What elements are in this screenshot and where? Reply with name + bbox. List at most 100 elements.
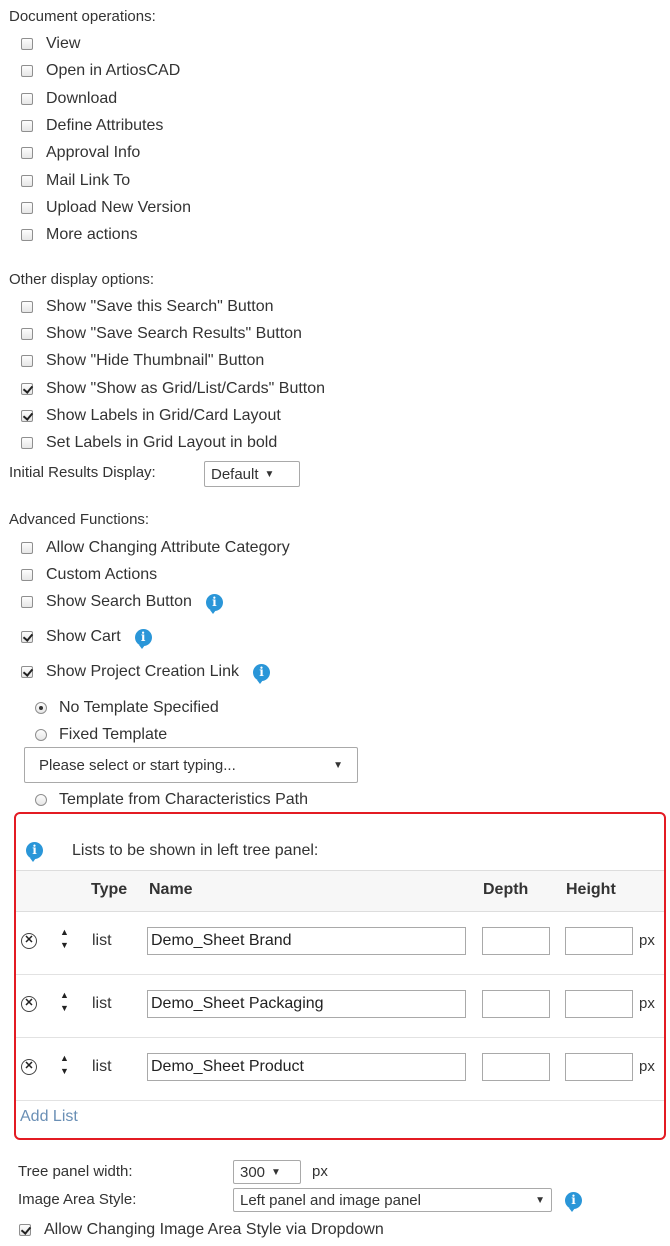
show-search-button-label: Show Search Button [46, 593, 192, 610]
remove-icon[interactable]: ✕ [21, 1059, 37, 1075]
set-labels-in-grid-layout-in-bold-label: Set Labels in Grid Layout in bold [46, 434, 278, 451]
height-input[interactable] [565, 1053, 633, 1081]
show-labels-in-grid-card-layout-checkbox[interactable] [21, 409, 33, 422]
arrow-down-icon[interactable]: ▼ [60, 1066, 69, 1076]
remove-icon[interactable]: ✕ [21, 933, 37, 949]
show-cart-checkbox-row[interactable]: Show Cart i [21, 626, 152, 649]
more-actions-checkbox-row[interactable]: More actions [21, 224, 138, 246]
allow-change-image-area-checkbox[interactable] [19, 1224, 31, 1236]
approval-info-checkbox-row[interactable]: Approval Info [21, 142, 140, 164]
info-icon[interactable]: i [205, 593, 223, 614]
no-template-specified-radio-row[interactable]: No Template Specified [35, 697, 219, 719]
view-checkbox[interactable] [21, 38, 33, 50]
show-save-this-search-button-checkbox-row[interactable]: Show "Save this Search" Button [21, 296, 273, 318]
depth-input[interactable] [482, 990, 550, 1018]
arrow-up-icon[interactable]: ▲ [60, 927, 69, 937]
initial-results-select[interactable]: Default ▼ [204, 461, 300, 487]
show-save-search-results-button-label: Show "Save Search Results" Button [46, 325, 302, 343]
define-attributes-checkbox-row[interactable]: Define Attributes [21, 115, 163, 137]
initial-results-value: Default [211, 465, 259, 483]
show-hide-thumbnail-button-checkbox-row[interactable]: Show "Hide Thumbnail" Button [21, 350, 264, 372]
mail-link-to-checkbox[interactable] [21, 174, 33, 187]
show-project-creation-link-checkbox-row[interactable]: Show Project Creation Link i [21, 661, 270, 684]
remove-icon[interactable]: ✕ [21, 996, 37, 1012]
info-icon[interactable]: i [252, 663, 270, 684]
define-attributes-label: Define Attributes [46, 116, 164, 134]
add-list-link[interactable]: Add List [20, 1108, 78, 1126]
custom-actions-checkbox[interactable] [21, 569, 33, 581]
show-search-button-checkbox-row[interactable]: Show Search Button i [21, 591, 223, 614]
custom-actions-checkbox-row[interactable]: Custom Actions [21, 564, 157, 586]
more-actions-checkbox[interactable] [21, 229, 33, 242]
arrow-up-icon[interactable]: ▲ [60, 1053, 69, 1063]
show-save-this-search-button-checkbox[interactable] [21, 301, 33, 313]
download-checkbox-row[interactable]: Download [21, 88, 117, 110]
reorder-handle[interactable]: ▲ ▼ [60, 1052, 69, 1078]
chevron-down-icon: ▼ [271, 1166, 281, 1178]
allow-changing-attribute-category-checkbox[interactable] [21, 542, 33, 554]
view-checkbox-row[interactable]: View [21, 33, 80, 55]
allow-change-image-area-label: Allow Changing Image Area Style via Drop… [44, 1221, 384, 1238]
col-type: Type [91, 881, 128, 898]
define-attributes-checkbox[interactable] [21, 119, 33, 132]
chevron-down-icon: ▼ [535, 1194, 545, 1206]
show-search-button-checkbox[interactable] [21, 596, 33, 608]
template-from-characteristics-path-radio-row[interactable]: Template from Characteristics Path [35, 789, 308, 811]
reorder-handle[interactable]: ▲ ▼ [60, 989, 69, 1015]
col-depth: Depth [483, 881, 529, 898]
show-show-as-grid-list-cards-button-checkbox[interactable] [21, 382, 33, 395]
show-save-search-results-button-checkbox[interactable] [21, 328, 33, 341]
upload-new-version-checkbox-row[interactable]: Upload New Version [21, 197, 191, 219]
upload-new-version-label: Upload New Version [46, 198, 191, 216]
template-select-placeholder: Please select or start typing... [39, 756, 236, 774]
template-from-characteristics-path-radio[interactable] [35, 794, 47, 806]
list-name-input[interactable] [147, 927, 466, 955]
show-project-creation-link-checkbox[interactable] [21, 666, 33, 678]
image-area-select[interactable]: Left panel and image panel ▼ [233, 1188, 552, 1212]
show-save-this-search-button-label: Show "Save this Search" Button [46, 298, 274, 315]
fixed-template-radio[interactable] [35, 729, 47, 741]
allow-changing-attribute-category-checkbox-row[interactable]: Allow Changing Attribute Category [21, 537, 290, 559]
set-labels-in-grid-layout-in-bold-checkbox[interactable] [21, 437, 33, 449]
info-icon[interactable]: i [26, 842, 43, 862]
list-name-input[interactable] [147, 990, 466, 1018]
show-labels-in-grid-card-layout-checkbox-row[interactable]: Show Labels in Grid/Card Layout [21, 405, 281, 427]
no-template-specified-radio[interactable] [35, 702, 47, 714]
initial-results-label: Initial Results Display: [9, 464, 156, 481]
col-name: Name [149, 881, 193, 898]
reorder-handle[interactable]: ▲ ▼ [60, 926, 69, 952]
advanced-title: Advanced Functions: [9, 511, 150, 528]
template-select[interactable]: Please select or start typing... ▼ [24, 747, 358, 783]
download-checkbox[interactable] [21, 92, 33, 105]
show-show-as-grid-list-cards-button-label: Show "Show as Grid/List/Cards" Button [46, 379, 326, 397]
depth-input[interactable] [482, 1053, 550, 1081]
height-unit: px [639, 1058, 655, 1075]
open-in-artioscad-checkbox-row[interactable]: Open in ArtiosCAD [21, 60, 180, 82]
depth-input[interactable] [482, 927, 550, 955]
show-show-as-grid-list-cards-button-checkbox-row[interactable]: Show "Show as Grid/List/Cards" Button [21, 378, 325, 400]
tree-width-select[interactable]: 300 ▼ [233, 1160, 301, 1184]
info-icon[interactable]: i [565, 1192, 582, 1212]
allow-change-image-area-checkbox-row[interactable]: Allow Changing Image Area Style via Drop… [19, 1219, 384, 1241]
mail-link-to-checkbox-row[interactable]: Mail Link To [21, 170, 130, 192]
set-labels-in-grid-layout-in-bold-checkbox-row[interactable]: Set Labels in Grid Layout in bold [21, 432, 277, 454]
row-type: list [92, 995, 112, 1012]
view-label: View [46, 35, 81, 52]
arrow-down-icon[interactable]: ▼ [60, 940, 69, 950]
fixed-template-radio-row[interactable]: Fixed Template [35, 724, 167, 746]
arrow-down-icon[interactable]: ▼ [60, 1003, 69, 1013]
show-save-search-results-button-checkbox-row[interactable]: Show "Save Search Results" Button [21, 323, 302, 345]
list-name-input[interactable] [147, 1053, 466, 1081]
more-actions-label: More actions [46, 226, 138, 244]
show-hide-thumbnail-button-checkbox[interactable] [21, 355, 33, 368]
info-icon[interactable]: i [134, 628, 152, 649]
table-row: ✕▲▼listpx [16, 973, 664, 1038]
upload-new-version-checkbox[interactable] [21, 201, 33, 214]
height-input[interactable] [565, 990, 633, 1018]
show-cart-checkbox[interactable] [21, 631, 33, 643]
open-in-artioscad-checkbox[interactable] [21, 65, 33, 78]
arrow-up-icon[interactable]: ▲ [60, 990, 69, 1000]
height-input[interactable] [565, 927, 633, 955]
tree-width-label: Tree panel width: [18, 1163, 133, 1180]
approval-info-checkbox[interactable] [21, 147, 33, 160]
